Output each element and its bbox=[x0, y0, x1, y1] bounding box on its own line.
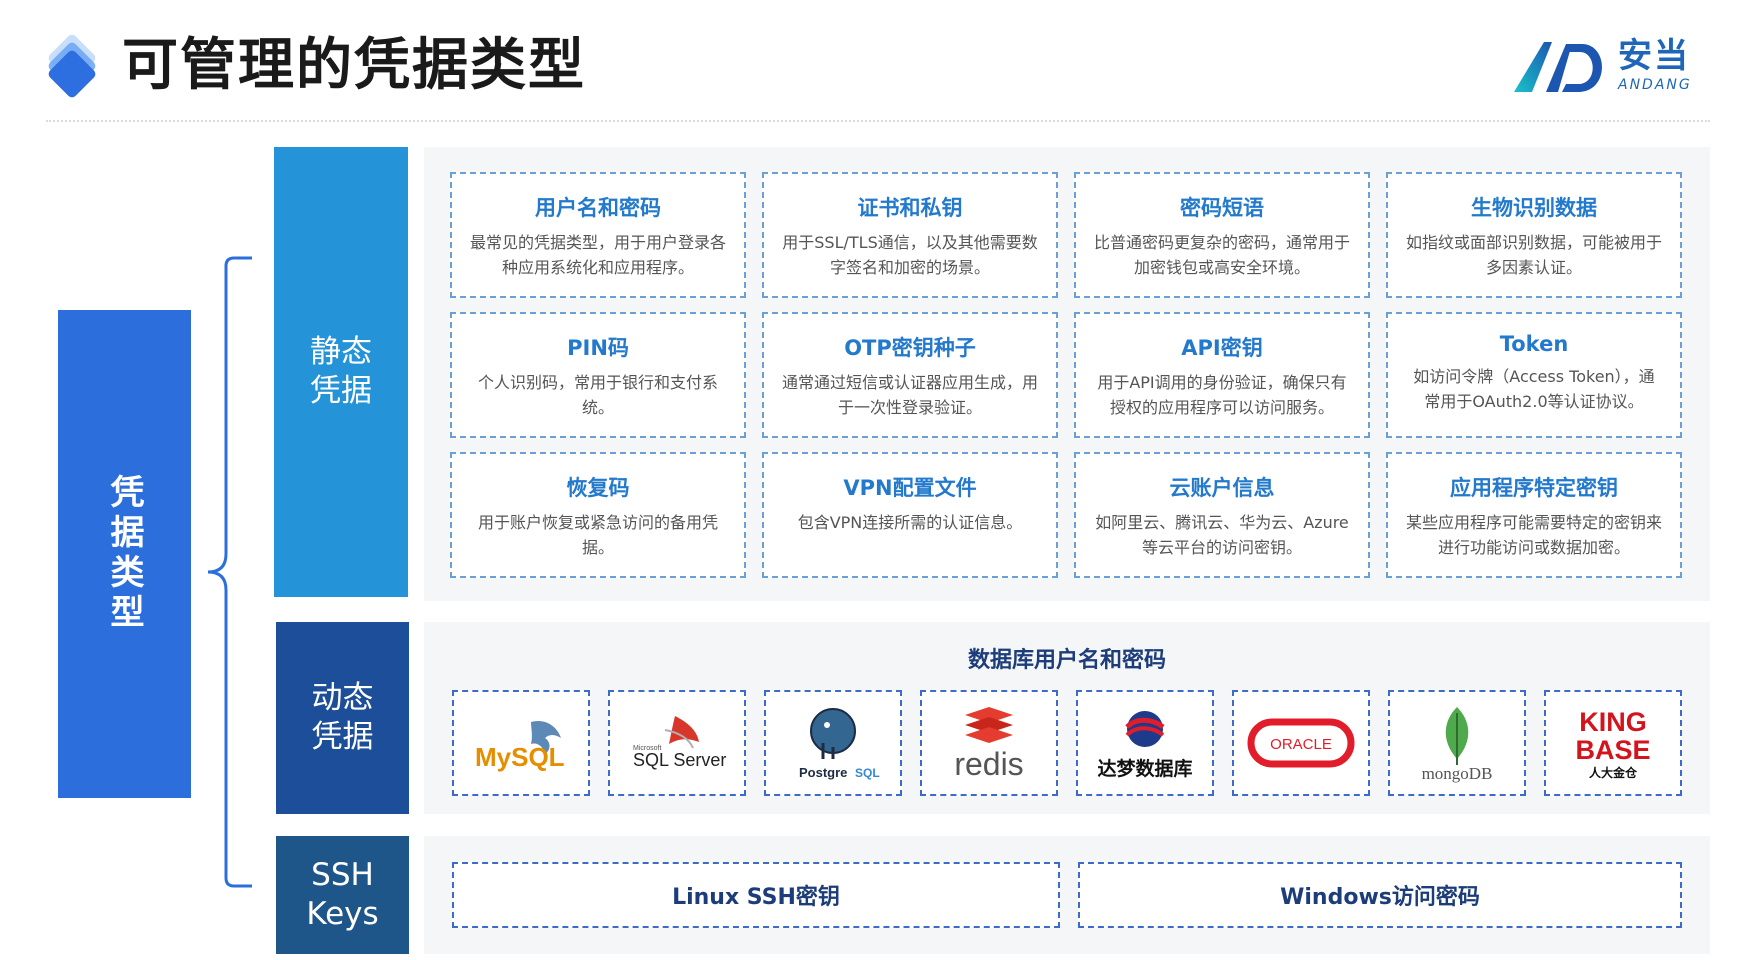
mongodb-leaf-icon: mongoDB bbox=[1422, 707, 1493, 783]
bracket-connector bbox=[207, 256, 252, 888]
credential-card: 生物识别数据 如指纹或面部识别数据，可能被用于多因素认证。 bbox=[1386, 172, 1682, 298]
db-name: SQL Server bbox=[633, 750, 726, 770]
card-title: 云账户信息 bbox=[1169, 476, 1275, 500]
card-desc: 如指纹或面部识别数据，可能被用于多因素认证。 bbox=[1406, 233, 1663, 277]
layers-icon bbox=[44, 32, 104, 100]
db-section-title: 数据库用户名和密码 bbox=[967, 648, 1166, 673]
card-desc: 用于SSL/TLS通信，以及其他需要数字签名和加密的场景。 bbox=[782, 233, 1038, 277]
card-desc: 如访问令牌（Access Token），通常用于OAuth2.0等认证协议。 bbox=[1413, 367, 1655, 411]
dameng-icon: 达梦数据库 bbox=[1097, 711, 1193, 780]
credential-card: 应用程序特定密钥 某些应用程序可能需要特定的密钥来进行功能访问或数据加密。 bbox=[1386, 452, 1682, 578]
header: 可管理的凭据类型 bbox=[44, 26, 586, 106]
ssh-item-linux: Linux SSH密钥 bbox=[452, 862, 1060, 928]
andang-logo-icon bbox=[1514, 42, 1602, 92]
card-title: OTP密钥种子 bbox=[844, 336, 976, 360]
card-desc: 包含VPN连接所需的认证信息。 bbox=[797, 513, 1023, 532]
logo-en-text: ANDANG bbox=[1618, 77, 1692, 93]
db-name-suffix: SQL bbox=[855, 766, 880, 780]
db-name: KING bbox=[1579, 707, 1647, 737]
credential-card: PIN码 个人识别码，常用于银行和支付系统。 bbox=[450, 312, 746, 438]
credential-card: 密码短语 比普通密码更复杂的密码，通常用于加密钱包或高安全环境。 bbox=[1074, 172, 1370, 298]
logo-cn-text: 安当 bbox=[1618, 36, 1690, 76]
card-title: 证书和私钥 bbox=[857, 196, 963, 220]
card-desc: 如阿里云、腾讯云、华为云、Azure等云平台的访问密钥。 bbox=[1095, 513, 1349, 557]
card-title: VPN配置文件 bbox=[843, 476, 977, 500]
card-title: Token bbox=[1499, 332, 1569, 356]
root-label: 凭据类型 bbox=[104, 474, 144, 634]
root-category: 凭据类型 bbox=[58, 310, 191, 798]
db-card-mysql: MySQL bbox=[452, 690, 590, 796]
category-dynamic: 动态 凭据 bbox=[276, 622, 409, 814]
credential-card: VPN配置文件 包含VPN连接所需的认证信息。 bbox=[762, 452, 1058, 578]
card-title: 用户名和密码 bbox=[535, 196, 661, 220]
card-title: 生物识别数据 bbox=[1471, 196, 1597, 220]
credential-card: 用户名和密码 最常见的凭据类型，用于用户登录各种应用系统化和应用程序。 bbox=[450, 172, 746, 298]
db-card-sqlserver: Microsoft SQL Server bbox=[608, 690, 746, 796]
card-desc: 某些应用程序可能需要特定的密钥来进行功能访问或数据加密。 bbox=[1406, 513, 1663, 557]
db-name: 达梦数据库 bbox=[1097, 757, 1192, 780]
db-card-postgresql: Postgre SQL bbox=[764, 690, 902, 796]
credential-card: 恢复码 用于账户恢复或紧急访问的备用凭据。 bbox=[450, 452, 746, 578]
credential-card: 云账户信息 如阿里云、腾讯云、华为云、Azure等云平台的访问密钥。 bbox=[1074, 452, 1370, 578]
db-name-second: BASE bbox=[1575, 735, 1650, 765]
db-card-redis: redis bbox=[920, 690, 1058, 796]
oracle-icon: ORACLE bbox=[1247, 718, 1355, 768]
credential-card: 证书和私钥 用于SSL/TLS通信，以及其他需要数字签名和加密的场景。 bbox=[762, 172, 1058, 298]
db-name: redis bbox=[954, 746, 1023, 782]
card-desc: 比普通密码更复杂的密码，通常用于加密钱包或高安全环境。 bbox=[1094, 233, 1351, 277]
card-title: API密钥 bbox=[1181, 336, 1263, 360]
card-desc: 最常见的凭据类型，用于用户登录各种应用系统化和应用程序。 bbox=[470, 233, 727, 277]
card-title: 应用程序特定密钥 bbox=[1450, 476, 1618, 500]
db-name: ORACLE bbox=[1270, 736, 1332, 753]
db-name: Postgre bbox=[799, 765, 847, 780]
credential-card: Token 如访问令牌（Access Token），通常用于OAuth2.0等认… bbox=[1386, 312, 1682, 438]
db-card-kingbase: KING BASE 人大金仓 bbox=[1544, 690, 1682, 796]
card-desc: 通常通过短信或认证器应用生成，用于一次性登录验证。 bbox=[782, 373, 1039, 417]
db-card-dameng: 达梦数据库 bbox=[1076, 690, 1214, 796]
category-static: 静态 凭据 bbox=[274, 147, 408, 597]
card-title: PIN码 bbox=[567, 336, 629, 360]
db-name: mongoDB bbox=[1422, 764, 1493, 783]
card-desc: 个人识别码，常用于银行和支付系统。 bbox=[477, 373, 718, 417]
header-divider bbox=[46, 120, 1710, 122]
kingbase-icon: KING BASE 人大金仓 bbox=[1575, 707, 1650, 780]
db-card-mongodb: mongoDB bbox=[1388, 690, 1526, 796]
postgres-elephant-icon: Postgre SQL bbox=[799, 708, 880, 780]
db-vendor: 人大金仓 bbox=[1589, 765, 1638, 780]
card-title: 恢复码 bbox=[566, 476, 630, 500]
mysql-dolphin-icon: MySQL bbox=[475, 720, 565, 772]
credential-card: OTP密钥种子 通常通过短信或认证器应用生成，用于一次性登录验证。 bbox=[762, 312, 1058, 438]
page-title: 可管理的凭据类型 bbox=[122, 33, 586, 98]
card-title: 密码短语 bbox=[1180, 196, 1264, 220]
db-name: MySQL bbox=[475, 742, 565, 772]
sqlserver-icon: Microsoft SQL Server bbox=[633, 716, 726, 770]
credential-card: API密钥 用于API调用的身份验证，确保只有授权的应用程序可以访问服务。 bbox=[1074, 312, 1370, 438]
company-logo: 安当 ANDANG bbox=[1510, 34, 1706, 98]
redis-cubes-icon: redis bbox=[954, 707, 1024, 782]
card-desc: 用于账户恢复或紧急访问的备用凭据。 bbox=[477, 513, 718, 557]
category-ssh: SSH Keys bbox=[276, 836, 409, 954]
ssh-item-windows: Windows访问密码 bbox=[1078, 862, 1682, 928]
card-desc: 用于API调用的身份验证，确保只有授权的应用程序可以访问服务。 bbox=[1097, 373, 1347, 417]
db-card-oracle: ORACLE bbox=[1232, 690, 1370, 796]
